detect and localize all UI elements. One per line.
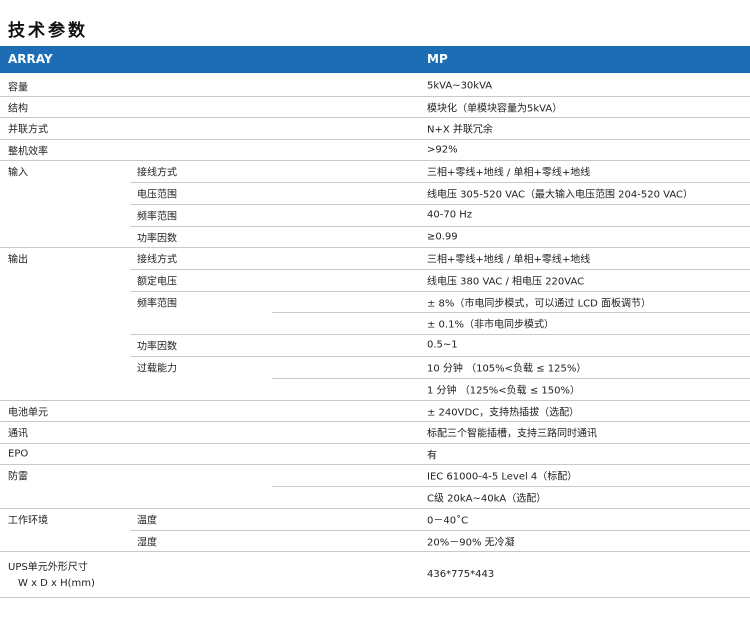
row-value: ≥0.99 <box>427 231 458 242</box>
table-row: C级 20kA~40kA（选配） <box>0 486 750 508</box>
row-category: 防雷 <box>8 471 28 483</box>
row-subcategory: 频率范围 <box>137 211 177 223</box>
row-category: 电池单元 <box>8 407 48 418</box>
row-subcategory: 温度 <box>137 515 157 527</box>
row-category: 结构 <box>8 103 28 114</box>
row-subcategory: 过载能力 <box>137 363 177 375</box>
row-value: ± 0.1%（非市电同步模式） <box>427 319 554 331</box>
row-value: 有 <box>427 450 437 461</box>
ups-dimension-value: 436*775*443 <box>427 569 495 580</box>
ups-dimension-row: UPS单元外形尺寸 W x D x H(mm) 436*775*443 <box>0 552 750 598</box>
row-value: 线电压 305-520 VAC（最大输入电压范围 204-520 VAC） <box>427 189 693 201</box>
row-category: EPO <box>8 448 29 459</box>
row-value: 40-70 Hz <box>427 209 473 221</box>
row-value: 线电压 380 VAC / 相电压 220VAC <box>427 276 585 288</box>
row-value: 三相+零线+地线 / 单相+零线+地线 <box>427 254 591 266</box>
table-row: 频率范围 ± 8%（市电同步模式，可以通过 LCD 面板调节） <box>0 291 750 312</box>
row-divider <box>0 597 750 598</box>
page-title: 技术参数 <box>8 21 88 41</box>
row-value: ± 8%（市电同步模式，可以通过 LCD 面板调节） <box>427 298 652 309</box>
table-row: 防雷 IEC 61000-4-5 Level 4（标配） <box>0 464 750 486</box>
ups-dimension-label: UPS单元外形尺寸 W x D x H(mm) <box>8 560 95 592</box>
row-category: 整机效率 <box>8 146 48 157</box>
row-subcategory: 功率因数 <box>137 233 177 244</box>
row-value: N+X 并联冗余 <box>427 124 493 136</box>
table-row: 并联方式 N+X 并联冗余 <box>0 117 750 139</box>
table-row: 1 分钟 （125%<负载 ≤ 150%） <box>0 378 750 400</box>
row-category: 容量 <box>8 82 28 93</box>
table-row: 电压范围 线电压 305-520 VAC（最大输入电压范围 204-520 VAC… <box>0 182 750 204</box>
row-value: ± 240VDC，支持热插拔（选配） <box>427 407 580 418</box>
header-mp-label: MP <box>427 52 448 66</box>
row-value: IEC 61000-4-5 Level 4（标配） <box>427 471 578 483</box>
row-value: 5kVA~30kVA <box>427 80 493 91</box>
table-row: 额定电压 线电压 380 VAC / 相电压 220VAC <box>0 269 750 291</box>
row-value: C级 20kA~40kA（选配） <box>427 493 547 505</box>
row-subcategory: 电压范围 <box>137 189 177 201</box>
table-row: 电池单元 ± 240VDC，支持热插拔（选配） <box>0 400 750 421</box>
row-value: 模块化（单模块容量为5kVA） <box>427 103 563 114</box>
header-array-label: ARRAY <box>8 52 53 66</box>
table-row: 整机效率 >92% <box>0 139 750 160</box>
row-subcategory: 频率范围 <box>137 298 177 309</box>
table-row: 容量 5kVA~30kVA <box>0 75 750 96</box>
row-subcategory: 额定电压 <box>137 276 177 288</box>
table-row: 工作环境 温度 0－40˚C <box>0 508 750 530</box>
ups-dimension-label-line2: W x D x H(mm) <box>18 578 95 589</box>
row-value: 三相+零线+地线 / 单相+零线+地线 <box>427 167 591 179</box>
table-row: ± 0.1%（非市电同步模式） <box>0 312 750 334</box>
table-row: 频率范围 40-70 Hz <box>0 204 750 226</box>
row-category: 输出 <box>8 254 28 266</box>
row-subcategory: 接线方式 <box>137 167 177 179</box>
table-row: 结构 模块化（单模块容量为5kVA） <box>0 96 750 117</box>
row-value: 0－40˚C <box>427 515 469 527</box>
ups-dimension-label-line1: UPS单元外形尺寸 <box>8 562 88 573</box>
row-category: 输入 <box>8 167 28 179</box>
table-row: 功率因数 ≥0.99 <box>0 226 750 247</box>
row-subcategory: 湿度 <box>137 537 157 548</box>
row-value: 1 分钟 （125%<负载 ≤ 150%） <box>427 385 581 397</box>
row-category: 并联方式 <box>8 124 48 136</box>
table-row: 通讯 标配三个智能插槽，支持三路同时通讯 <box>0 421 750 443</box>
row-value: 20%－90% 无冷凝 <box>427 537 515 548</box>
table-row: 湿度 20%－90% 无冷凝 <box>0 530 750 551</box>
row-subcategory: 功率因数 <box>137 341 177 353</box>
row-category: 通讯 <box>8 428 28 440</box>
table-row: 输出 接线方式 三相+零线+地线 / 单相+零线+地线 <box>0 247 750 269</box>
row-value: 10 分钟 （105%<负载 ≤ 125%） <box>427 363 587 375</box>
table-row: 输入 接线方式 三相+零线+地线 / 单相+零线+地线 <box>0 160 750 182</box>
table-row: 功率因数 0.5~1 <box>0 334 750 356</box>
row-value: 标配三个智能插槽，支持三路同时通讯 <box>427 428 597 440</box>
row-value: >92% <box>427 144 458 155</box>
table-row: 过载能力 10 分钟 （105%<负载 ≤ 125%） <box>0 356 750 378</box>
row-category: 工作环境 <box>8 515 48 527</box>
row-value: 0.5~1 <box>427 339 458 351</box>
row-subcategory: 接线方式 <box>137 254 177 266</box>
table-row: EPO 有 <box>0 443 750 464</box>
table-header: ARRAY MP <box>0 46 750 73</box>
